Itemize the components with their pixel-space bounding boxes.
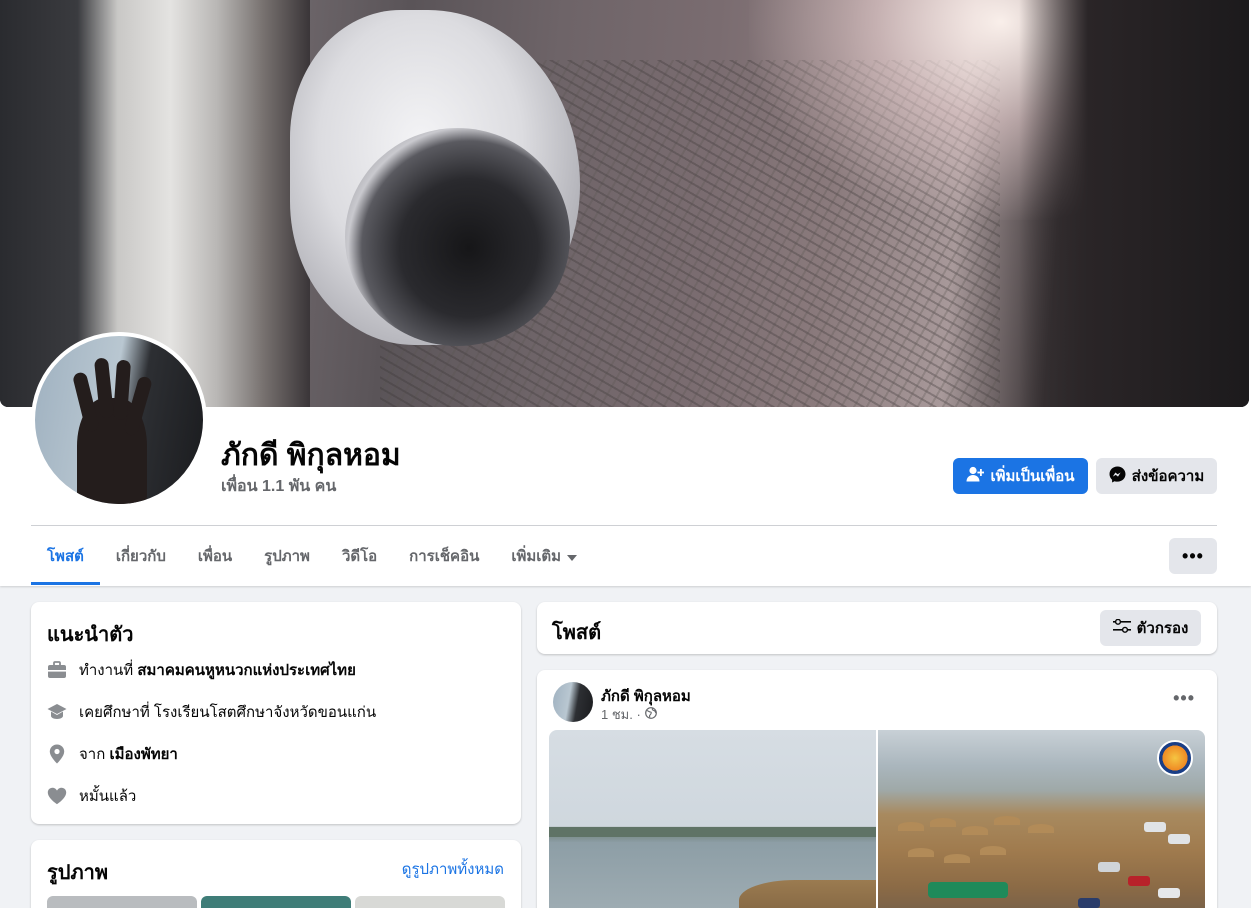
message-label: ส่งข้อความ — [1131, 468, 1205, 485]
photo-shore-umbrellas — [739, 880, 876, 908]
messenger-icon — [1109, 466, 1126, 487]
tab-more[interactable]: เพิ่มเติม — [495, 527, 593, 585]
photo-thumbnail[interactable] — [201, 896, 351, 908]
filter-sliders-icon — [1112, 618, 1131, 637]
profile-header: ภักดี พิกุลหอม เพื่อน 1.1 พัน คน เพิ่มเป… — [0, 0, 1251, 586]
tab-label: เพิ่มเติม — [511, 548, 562, 565]
car-shape — [1128, 876, 1150, 886]
post-options-button[interactable]: ••• — [1173, 688, 1195, 709]
briefcase-icon — [47, 660, 67, 680]
post-time[interactable]: 1 ชม. · — [601, 704, 641, 725]
see-all-photos-link[interactable]: ดูรูปภาพทั้งหมด — [402, 857, 504, 881]
globe-icon — [644, 707, 657, 722]
work-place[interactable]: สมาคมคนหูหนวกแห่งประเทศไทย — [137, 662, 355, 679]
umbrella-shape — [908, 848, 934, 857]
filter-label: ตัวกรอง — [1136, 620, 1189, 637]
tab-checkins[interactable]: การเช็คอิน — [393, 527, 495, 585]
person-plus-icon — [966, 466, 985, 486]
friend-count[interactable]: เพื่อน 1.1 พัน คน — [221, 474, 336, 499]
intro-title: แนะนำตัว — [47, 624, 134, 646]
umbrella-shape — [930, 818, 956, 827]
post-photo-beach[interactable] — [878, 730, 1205, 908]
heart-icon — [47, 786, 67, 806]
profile-more-button[interactable]: ••• — [1169, 538, 1217, 574]
intro-relationship: หมั้นแล้ว — [47, 784, 136, 808]
tab-label: วิดีโอ — [341, 548, 378, 565]
from-place[interactable]: เมืองพัทยา — [109, 746, 177, 763]
tab-posts[interactable]: โพสต์ — [31, 527, 100, 585]
tab-friends[interactable]: เพื่อน — [182, 527, 248, 585]
umbrella-shape — [1028, 824, 1054, 833]
add-friend-button[interactable]: เพิ่มเป็นเพื่อน — [953, 458, 1088, 494]
umbrella-shape — [994, 816, 1020, 825]
work-prefix: ทำงานที่ — [79, 662, 134, 679]
intro-card: แนะนำตัว ทำงานที่ สมาคมคนหูหนวกแห่งประเท… — [31, 602, 521, 824]
post-card: ภักดี พิกุลหอม 1 ชม. · ••• — [537, 670, 1217, 908]
intro-work: ทำงานที่ สมาคมคนหูหนวกแห่งประเทศไทย — [47, 658, 356, 682]
tab-photos[interactable]: รูปภาพ — [248, 527, 326, 585]
umbrella-shape — [962, 826, 988, 835]
relationship-text: หมั้นแล้ว — [79, 788, 137, 805]
tab-label: โพสต์ — [47, 548, 84, 565]
hometown-text: จาก เมืองพัทยา — [79, 742, 178, 766]
car-shape — [1098, 862, 1120, 872]
car-shape — [1078, 898, 1100, 908]
cover-window-frame-right — [1019, 0, 1249, 407]
intro-education: เคยศึกษาที่ โรงเรียนโสตศึกษาจังหวัดขอนแก… — [47, 700, 376, 724]
profile-name: ภักดี พิกุลหอม — [221, 439, 401, 472]
umbrella-shape — [898, 822, 924, 831]
post-author-avatar[interactable] — [553, 682, 593, 722]
tab-videos[interactable]: วิดีโอ — [326, 527, 393, 585]
post-photo-river[interactable] — [549, 730, 876, 908]
photo-thumbnail[interactable] — [47, 896, 197, 908]
car-shape — [1144, 822, 1166, 832]
graduation-cap-icon — [47, 702, 67, 722]
tab-about[interactable]: เกี่ยวกับ — [100, 527, 182, 585]
umbrella-shape — [980, 846, 1006, 855]
from-prefix: จาก — [79, 746, 106, 763]
profile-tabs: โพสต์ เกี่ยวกับ เพื่อน รูปภาพ วิดีโอ การ… — [31, 527, 593, 585]
page-logo-icon — [1157, 740, 1193, 776]
tab-label: รูปภาพ — [264, 548, 310, 565]
posts-title: โพสต์ — [552, 622, 602, 644]
posts-header-card: โพสต์ ตัวกรอง — [537, 602, 1217, 654]
caret-down-icon — [567, 548, 578, 565]
intro-hometown: จาก เมืองพัทยา — [47, 742, 178, 766]
add-friend-label: เพิ่มเป็นเพื่อน — [990, 468, 1075, 485]
car-shape — [1168, 834, 1190, 844]
photos-card: รูปภาพ ดูรูปภาพทั้งหมด — [31, 840, 521, 908]
work-text: ทำงานที่ สมาคมคนหูหนวกแห่งประเทศไทย — [79, 658, 356, 682]
header-divider — [31, 525, 1217, 526]
post-meta: 1 ชม. · — [601, 704, 657, 725]
photo-thumbnail[interactable] — [355, 896, 505, 908]
photo-treeline — [549, 827, 876, 837]
green-canopy — [928, 882, 1008, 898]
tab-label: เกี่ยวกับ — [115, 548, 166, 565]
tab-label: การเช็คอิน — [409, 548, 480, 565]
location-pin-icon — [47, 744, 67, 764]
filter-button[interactable]: ตัวกรอง — [1100, 610, 1201, 646]
message-button[interactable]: ส่งข้อความ — [1096, 458, 1217, 494]
car-shape — [1158, 888, 1180, 898]
cover-photo[interactable] — [0, 0, 1249, 407]
umbrella-shape — [944, 854, 970, 863]
tab-label: เพื่อน — [197, 548, 233, 565]
photos-title: รูปภาพ — [47, 862, 109, 884]
profile-avatar[interactable] — [31, 332, 207, 508]
education-text: เคยศึกษาที่ โรงเรียนโสตศึกษาจังหวัดขอนแก… — [79, 704, 377, 721]
cover-engine-intake — [345, 128, 570, 346]
